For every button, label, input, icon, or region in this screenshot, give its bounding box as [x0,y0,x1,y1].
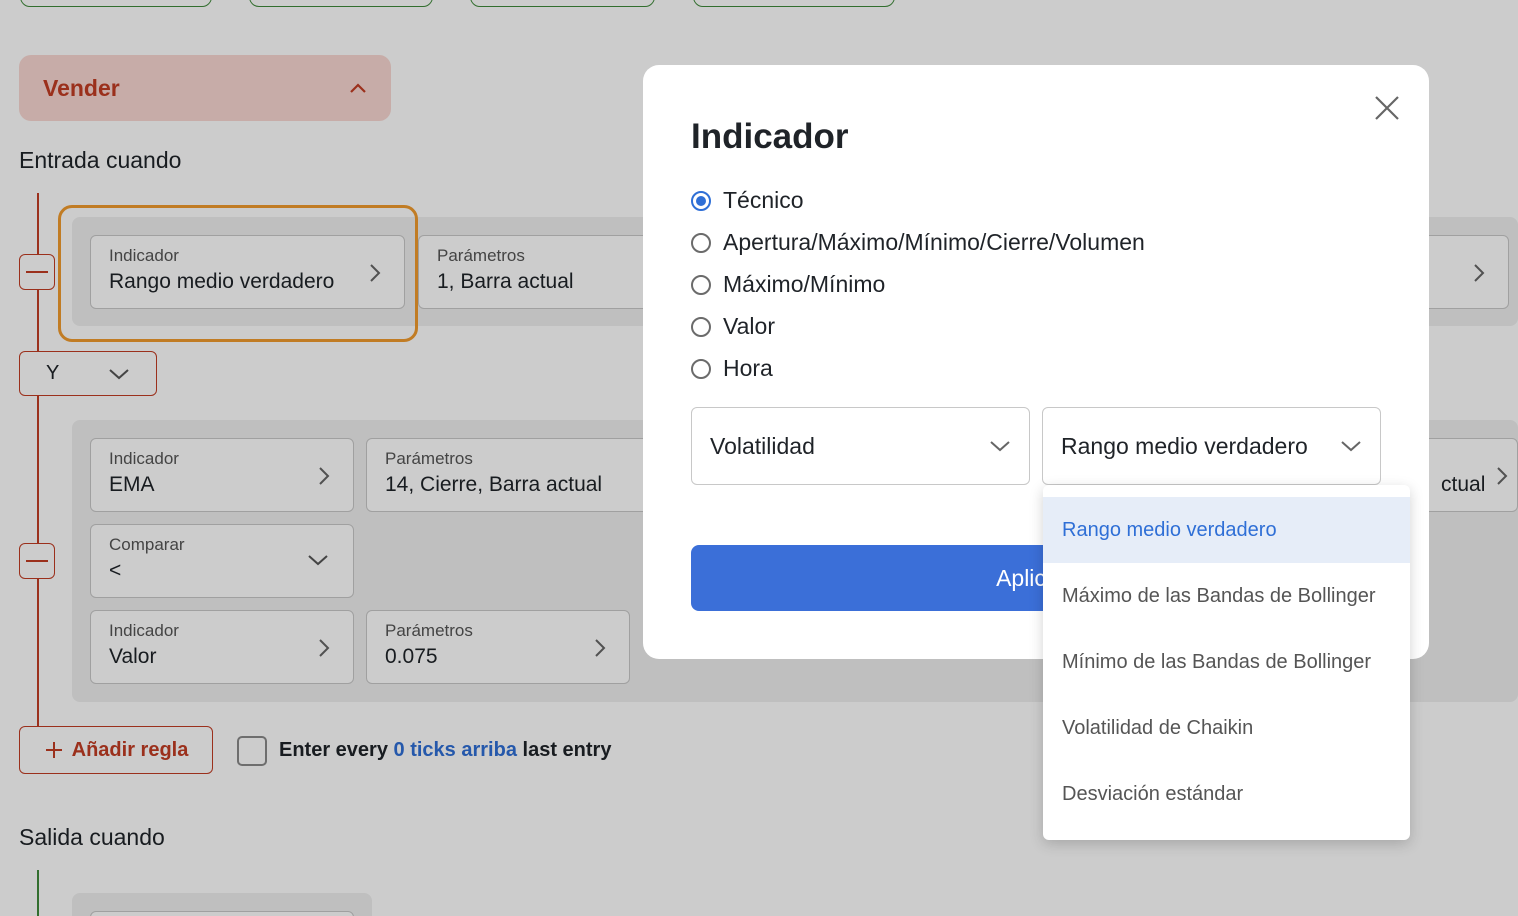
radio-unchecked-icon [691,274,711,295]
modal-title: Indicador [691,117,849,156]
radio-label: Valor [723,313,775,339]
dropdown-option-desviacion[interactable]: Desviación estándar [1043,761,1410,827]
radio-unchecked-icon [691,232,711,253]
chevron-down-icon [990,441,1010,452]
radio-label: Máximo/Mínimo [723,271,886,297]
dropdown-option-bollinger-min[interactable]: Mínimo de las Bandas de Bollinger [1043,629,1410,695]
indicator-select[interactable]: Rango medio verdadero [1042,407,1381,485]
radio-unchecked-icon [691,316,711,337]
radio-label: Técnico [723,187,804,213]
radio-checked-icon [691,190,711,211]
radio-tecnico[interactable]: Técnico [691,187,804,214]
apply-button-label: Aplic [996,564,1046,591]
radio-ohlcv[interactable]: Apertura/Máximo/Mínimo/Cierre/Volumen [691,229,1145,256]
radio-label: Apertura/Máximo/Mínimo/Cierre/Volumen [723,229,1145,255]
chevron-down-icon [1341,441,1361,452]
dropdown-option-rango-medio[interactable]: Rango medio verdadero [1043,497,1410,563]
radio-valor[interactable]: Valor [691,313,775,340]
dropdown-option-bollinger-max[interactable]: Máximo de las Bandas de Bollinger [1043,563,1410,629]
close-icon[interactable] [1372,93,1402,123]
indicator-dropdown-menu: Rango medio verdadero Máximo de las Band… [1043,485,1410,840]
radio-unchecked-icon [691,358,711,379]
radio-maximo-minimo[interactable]: Máximo/Mínimo [691,271,885,298]
radio-label: Hora [723,355,773,381]
category-select-value: Volatilidad [710,432,815,459]
dropdown-option-chaikin[interactable]: Volatilidad de Chaikin [1043,695,1410,761]
indicator-select-value: Rango medio verdadero [1061,432,1308,459]
category-select[interactable]: Volatilidad [691,407,1030,485]
radio-hora[interactable]: Hora [691,355,773,382]
